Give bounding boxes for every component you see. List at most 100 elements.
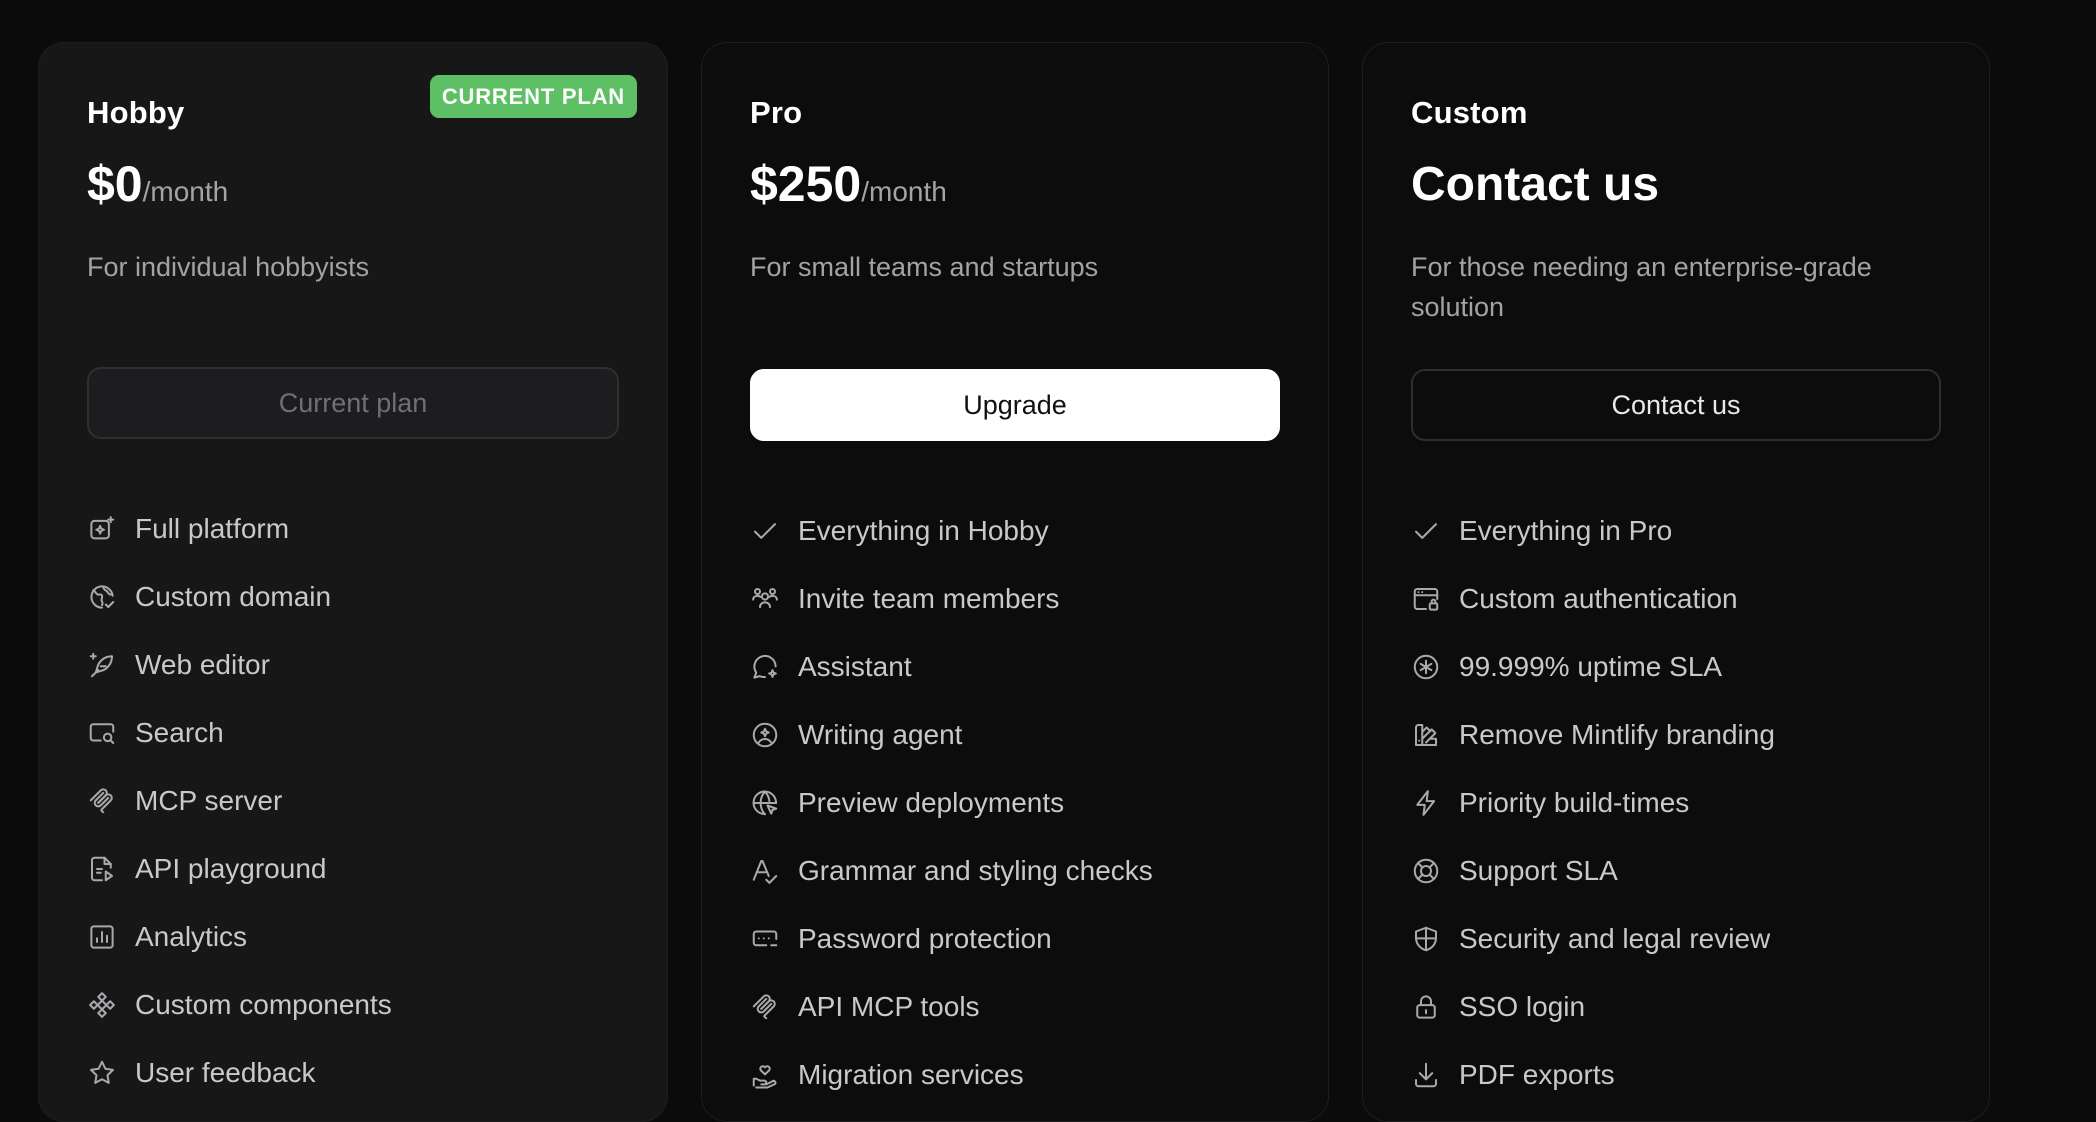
plan-name: Custom <box>1411 95 1528 130</box>
feature-label: SSO login <box>1459 991 1586 1022</box>
current-plan-button[interactable]: Current plan <box>87 367 619 439</box>
feature-item: Everything in Hobby <box>750 497 1153 565</box>
components-icon <box>87 990 117 1020</box>
feather-pen-icon <box>87 650 117 680</box>
feature-label: Migration services <box>798 1059 1024 1090</box>
lifebuoy-icon <box>1411 856 1441 886</box>
globe-cursor-icon <box>750 788 780 818</box>
text-check-icon <box>750 856 780 886</box>
feature-item: Support SLA <box>1411 837 1775 905</box>
plan-card-custom: Custom Contact us For those needing an e… <box>1362 42 1990 1122</box>
feature-label: API MCP tools <box>798 991 980 1022</box>
asterisk-circle-icon <box>1411 652 1441 682</box>
mcp-icon <box>87 786 117 816</box>
feature-label: MCP server <box>135 785 283 816</box>
feature-item: Invite team members <box>750 565 1153 633</box>
feature-item: Full platform <box>87 495 392 563</box>
feature-label: Custom components <box>135 989 392 1020</box>
price-row: $0/month <box>87 155 228 213</box>
plan-description: For individual hobbyists <box>87 252 370 282</box>
agent-icon <box>750 720 780 750</box>
feature-label: Priority build-times <box>1459 787 1690 818</box>
feature-item: API playground <box>87 835 392 903</box>
mcp-icon <box>750 992 780 1022</box>
feature-label: Invite team members <box>798 583 1060 614</box>
feature-item: Analytics <box>87 903 392 971</box>
plan-description: For small teams and startups <box>750 252 1099 282</box>
feature-item: Custom authentication <box>1411 565 1775 633</box>
price-amount: $250 <box>750 156 862 212</box>
chat-sparkle-icon <box>750 652 780 682</box>
feature-label: Everything in Pro <box>1459 515 1673 546</box>
upgrade-button[interactable]: Upgrade <box>750 369 1280 441</box>
feature-label: Search <box>135 717 224 748</box>
feature-item: Writing agent <box>750 701 1153 769</box>
plan-description: For those needing an enterprise-grade so… <box>1411 252 1872 322</box>
contact-us-button[interactable]: Contact us <box>1411 369 1941 441</box>
feature-label: Custom authentication <box>1459 583 1738 614</box>
check-icon <box>750 516 780 546</box>
feature-label: Everything in Hobby <box>798 515 1049 546</box>
pricing-cards: Hobby CURRENT PLAN $0/month For individu… <box>0 0 2096 1122</box>
feature-list: Full platform Custom domain Web editor S… <box>87 495 392 1107</box>
feature-item: Search <box>87 699 392 767</box>
feature-label: Custom domain <box>135 581 332 612</box>
feature-item: Security and legal review <box>1411 905 1775 973</box>
feature-label: Assistant <box>798 651 912 682</box>
bar-chart-icon <box>87 922 117 952</box>
contact-headline: Contact us <box>1411 158 1660 211</box>
lock-icon <box>1411 992 1441 1022</box>
feature-label: Writing agent <box>798 719 963 750</box>
feature-item: API MCP tools <box>750 973 1153 1041</box>
shield-icon <box>1411 924 1441 954</box>
lightning-icon <box>1411 788 1441 818</box>
feature-item: Grammar and styling checks <box>750 837 1153 905</box>
feature-label: Analytics <box>135 921 248 952</box>
feature-item: 99.999% uptime SLA <box>1411 633 1775 701</box>
file-play-icon <box>87 854 117 884</box>
feature-list: Everything in Pro Custom authentication … <box>1411 497 1775 1109</box>
feature-item: SSO login <box>1411 973 1775 1041</box>
price-period: /month <box>142 176 229 207</box>
feature-item: Custom components <box>87 971 392 1039</box>
feature-item: Migration services <box>750 1041 1153 1109</box>
feature-item: Assistant <box>750 633 1153 701</box>
price-amount: $0 <box>87 156 143 212</box>
plan-name: Pro <box>750 95 803 130</box>
feature-label: Security and legal review <box>1459 923 1771 954</box>
feature-label: Remove Mintlify branding <box>1459 719 1775 750</box>
sparkle-square-icon <box>87 514 117 544</box>
feature-label: API playground <box>135 853 327 884</box>
feature-item: MCP server <box>87 767 392 835</box>
plan-card-hobby: Hobby CURRENT PLAN $0/month For individu… <box>38 42 668 1122</box>
feature-item: Everything in Pro <box>1411 497 1775 565</box>
feature-list: Everything in Hobby Invite team members … <box>750 497 1153 1109</box>
feature-item: Remove Mintlify branding <box>1411 701 1775 769</box>
feature-item: Web editor <box>87 631 392 699</box>
check-icon <box>1411 516 1441 546</box>
price-row: $250/month <box>750 155 947 213</box>
auth-window-icon <box>1411 584 1441 614</box>
feature-label: Grammar and styling checks <box>798 855 1153 886</box>
password-icon <box>750 924 780 954</box>
feature-label: Web editor <box>135 649 270 680</box>
star-icon <box>87 1058 117 1088</box>
feature-item: Preview deployments <box>750 769 1153 837</box>
feature-label: Full platform <box>135 513 290 544</box>
plan-card-pro: Pro $250/month For small teams and start… <box>701 42 1329 1122</box>
paint-roller-icon <box>1411 720 1441 750</box>
feature-label: Password protection <box>798 923 1052 954</box>
feature-item: User feedback <box>87 1039 392 1107</box>
feature-item: PDF exports <box>1411 1041 1775 1109</box>
price-period: /month <box>861 176 947 207</box>
feature-label: Support SLA <box>1459 855 1618 886</box>
feature-item: Custom domain <box>87 563 392 631</box>
plan-name: Hobby <box>87 95 185 130</box>
current-plan-badge: CURRENT PLAN <box>429 75 637 118</box>
feature-label: 99.999% uptime SLA <box>1459 651 1723 682</box>
feature-label: User feedback <box>135 1057 316 1088</box>
feature-item: Password protection <box>750 905 1153 973</box>
feature-label: Preview deployments <box>798 787 1065 818</box>
search-window-icon <box>87 718 117 748</box>
feature-item: Priority build-times <box>1411 769 1775 837</box>
